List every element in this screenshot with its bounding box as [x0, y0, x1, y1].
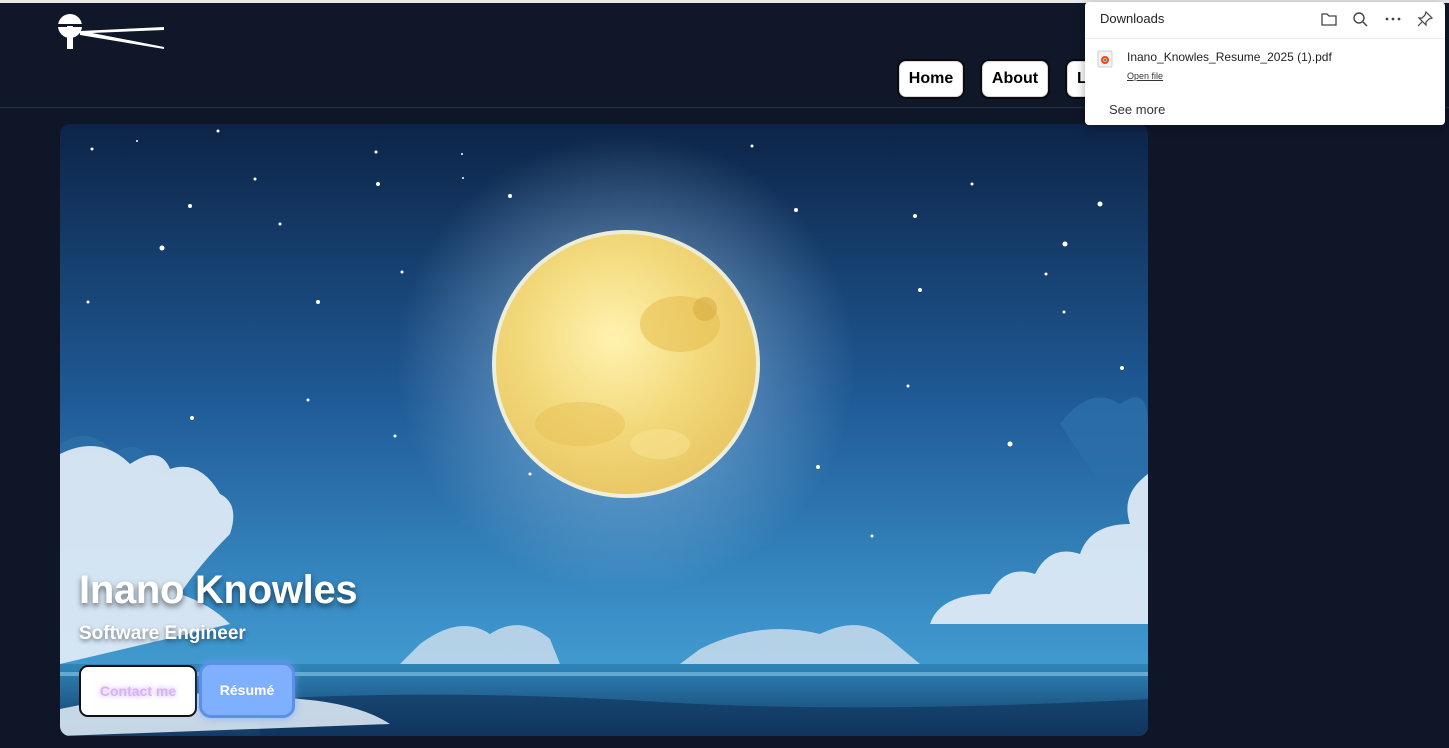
pdf-file-icon — [1097, 50, 1113, 68]
downloads-panel: Downloads Inano_Knowles_Resume_2025 (1).… — [1085, 2, 1445, 125]
open-file-link[interactable]: Open file — [1127, 71, 1163, 81]
pin-icon[interactable] — [1416, 10, 1434, 28]
hero-title: Inano Knowles — [79, 568, 358, 612]
folder-icon[interactable] — [1320, 10, 1338, 28]
search-icon[interactable] — [1351, 10, 1369, 28]
more-icon[interactable] — [1384, 10, 1402, 28]
nav-about-button[interactable]: About — [980, 59, 1050, 99]
hero-subtitle: Software Engineer — [79, 623, 246, 644]
contact-me-button[interactable]: Contact me — [79, 665, 197, 717]
nav-home-button[interactable]: Home — [897, 59, 965, 99]
downloads-divider — [1085, 38, 1445, 39]
download-file-name[interactable]: Inano_Knowles_Resume_2025 (1).pdf — [1127, 50, 1332, 64]
see-more-link[interactable]: See more — [1109, 102, 1165, 117]
downloads-title: Downloads — [1100, 11, 1165, 26]
resume-button[interactable]: Résumé — [199, 662, 295, 718]
site-logo[interactable] — [52, 13, 167, 49]
hero-banner: Inano Knowles Software Engineer Contact … — [60, 124, 1148, 736]
